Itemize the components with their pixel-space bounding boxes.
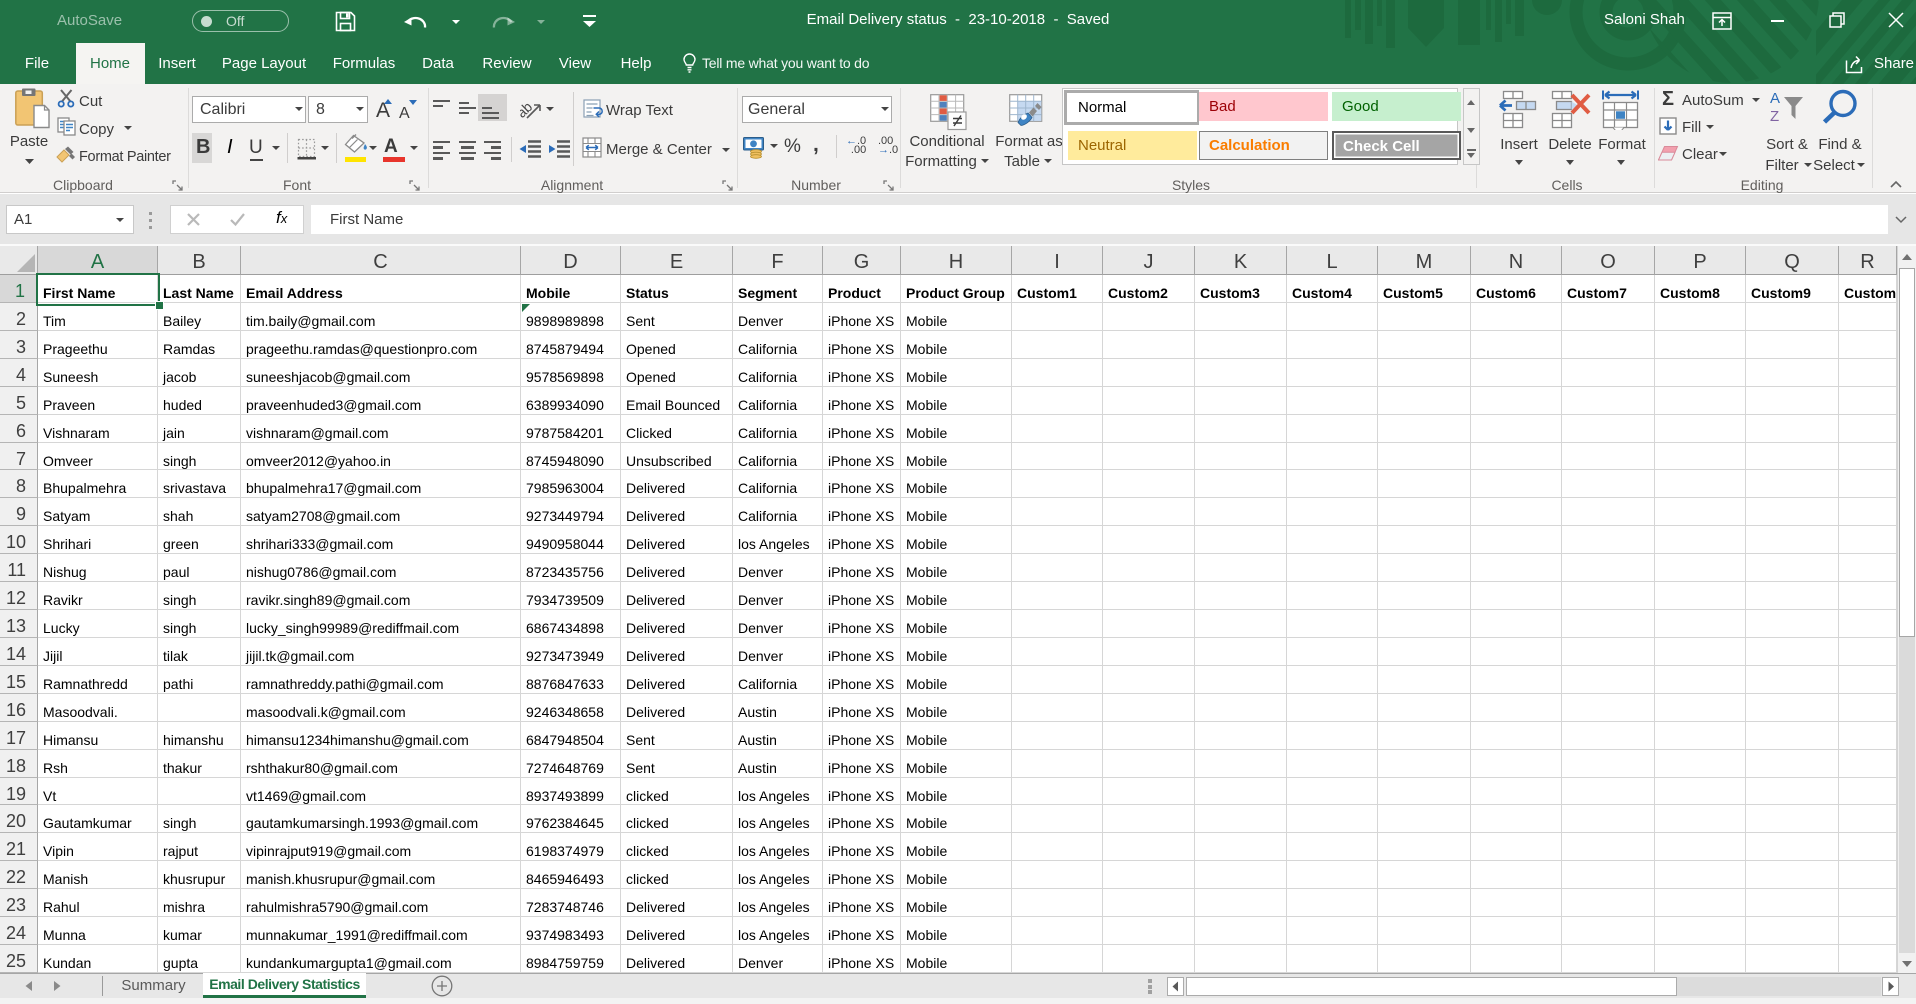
svg-text:Z: Z [1770,108,1779,123]
svg-text:A: A [1770,90,1780,107]
